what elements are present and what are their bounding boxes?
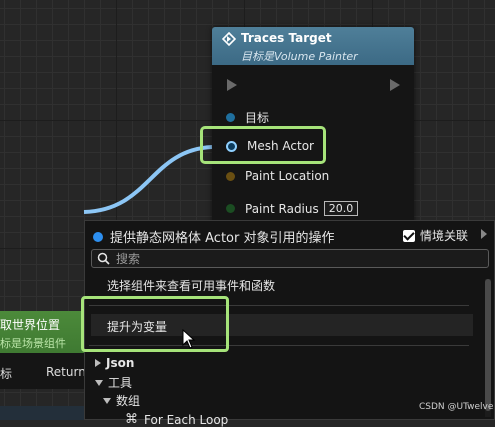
category-utilities[interactable]: 工具 bbox=[95, 374, 132, 391]
exec-output-pin[interactable] bbox=[390, 79, 400, 91]
left-bottom-node bbox=[0, 406, 90, 420]
expanded-arrow-icon bbox=[95, 379, 103, 386]
checkbox-icon[interactable] bbox=[403, 229, 415, 242]
vector-pin-icon bbox=[226, 171, 235, 181]
node-subtitle: 目标是Volume Painter bbox=[241, 50, 358, 63]
node-title: Traces Target bbox=[241, 31, 332, 45]
search-input[interactable] bbox=[116, 250, 476, 267]
get-world-location-node[interactable]: 取世界位置 标是场景组件 标 Return bbox=[0, 311, 90, 389]
watermark: CSDN @UTwelve bbox=[419, 402, 494, 412]
collapsed-arrow-icon bbox=[95, 359, 101, 367]
promote-highlight bbox=[81, 296, 229, 352]
expanded-arrow-icon bbox=[103, 397, 111, 404]
exec-input-pin[interactable] bbox=[227, 79, 237, 91]
expand-arrow-icon[interactable] bbox=[481, 229, 487, 239]
mouse-cursor-icon bbox=[182, 329, 196, 349]
scrollbar-thumb[interactable] bbox=[485, 279, 491, 411]
node-header: Traces Target 目标是Volume Painter bbox=[212, 27, 414, 65]
object-pin-icon bbox=[226, 113, 235, 122]
left-pin-target[interactable]: 标 bbox=[0, 365, 12, 382]
pin-paint-radius[interactable]: Paint Radius 20.0 bbox=[226, 201, 359, 216]
search-box[interactable] bbox=[91, 249, 489, 268]
left-node-title: 取世界位置 bbox=[0, 318, 61, 332]
menu-hint: 选择组件来查看可用事件和函数 bbox=[107, 279, 276, 293]
category-array[interactable]: 数组 bbox=[103, 392, 140, 409]
mesh-actor-wire bbox=[83, 145, 213, 214]
context-sensitive-toggle[interactable]: 情境关联 bbox=[403, 227, 468, 244]
category-json[interactable]: Json bbox=[95, 356, 134, 370]
menu-title: 提供静态网格体 Actor 对象引用的操作 bbox=[93, 227, 334, 246]
left-pin-return[interactable]: Return bbox=[46, 365, 86, 379]
pin-type-icon bbox=[93, 231, 103, 242]
pin-target[interactable]: 目标 bbox=[226, 109, 269, 126]
search-icon bbox=[97, 252, 110, 265]
left-node-subtitle: 标是场景组件 bbox=[0, 337, 66, 350]
paint-radius-value[interactable]: 20.0 bbox=[323, 201, 359, 216]
float-pin-icon bbox=[226, 204, 235, 213]
pin-paint-location[interactable]: Paint Location bbox=[226, 169, 329, 183]
function-icon bbox=[222, 32, 236, 46]
mesh-actor-highlight bbox=[200, 126, 326, 164]
